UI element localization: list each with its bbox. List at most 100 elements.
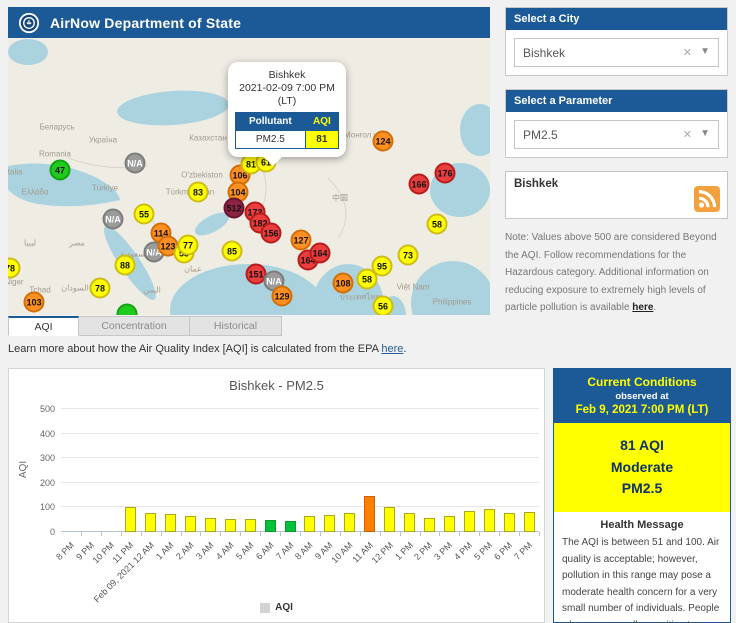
aqi-map-marker[interactable]: 124 — [373, 131, 394, 152]
x-axis-tick-label: 3 AM — [194, 540, 216, 562]
parameter-select-value: PM2.5 — [523, 128, 558, 142]
city-clear-icon[interactable]: ✕ — [683, 46, 692, 59]
map-place-label: Казахстан — [189, 134, 227, 143]
x-axis-tick — [380, 532, 381, 536]
x-axis-tick-label: 1 PM — [393, 540, 415, 562]
aqi-map-marker[interactable]: N/A — [125, 153, 146, 174]
aqi-bar — [484, 509, 495, 532]
aqi-map-marker[interactable]: N/A — [103, 209, 124, 230]
x-axis-tick-label: 7 AM — [274, 540, 296, 562]
aqi-map[interactable]: БеларусьУкраїнаКазахстанRomaniaItaliaΕλλ… — [8, 38, 490, 315]
aqi-map-marker[interactable]: 55 — [134, 204, 155, 225]
aqi-bar — [504, 513, 515, 532]
aqi-map-marker[interactable]: 129 — [272, 286, 293, 307]
learn-more-here-link[interactable]: here — [381, 343, 403, 355]
aqi-map-marker[interactable]: 77 — [178, 235, 199, 256]
x-axis-tick — [519, 532, 520, 536]
aqi-map-marker[interactable]: 103 — [24, 292, 45, 313]
city-select-label: Select a City — [506, 8, 727, 30]
parameter-select-combo[interactable]: PM2.5 ✕ ▼ — [514, 120, 719, 149]
x-axis-tick-label: 4 AM — [214, 540, 236, 562]
city-select-combo[interactable]: Bishkek ✕ ▼ — [514, 38, 719, 67]
x-axis-tick-label: 5 AM — [234, 540, 256, 562]
chart-y-axis-label: AQI — [18, 461, 29, 478]
current-aqi-pollutant: PM2.5 — [558, 478, 726, 500]
tab-aqi[interactable]: AQI — [8, 316, 79, 336]
popup-col-pollutant: Pollutant — [236, 113, 306, 131]
aqi-map-marker[interactable]: 73 — [398, 245, 419, 266]
aqi-chart-panel: Bishkek - PM2.5 AQI 01002003004005008 PM… — [8, 368, 545, 623]
health-message-text: The AQI is between 51 and 100. Air quali… — [562, 535, 722, 623]
map-place-label: عمان — [184, 265, 202, 274]
x-axis-tick-label: 8 AM — [293, 540, 315, 562]
aqi-map-marker[interactable]: 58 — [427, 214, 448, 235]
x-axis-tick-label: 12 PM — [369, 540, 394, 565]
aqi-map-marker[interactable]: 88 — [115, 255, 136, 276]
popup-city: Bishkek — [235, 69, 339, 82]
aqi-bar — [165, 514, 176, 532]
y-axis-tick-label: 200 — [40, 478, 55, 488]
note-here-link[interactable]: here — [632, 302, 653, 313]
map-place-label: ليبيا — [24, 239, 36, 248]
aqi-bar — [524, 512, 535, 532]
popup-datetime: 2021-02-09 7:00 PM — [235, 82, 339, 95]
popup-table: Pollutant AQI PM2.5 81 — [235, 112, 339, 149]
aqi-map-marker[interactable]: 512 — [224, 198, 245, 219]
x-axis-tick-label: 11 AM — [350, 540, 375, 565]
app-header: AirNow Department of State — [8, 7, 490, 38]
map-place-label: مصر — [69, 239, 85, 248]
aqi-map-marker[interactable]: 83 — [188, 182, 209, 203]
tab-concentration[interactable]: Concentration — [79, 316, 190, 336]
current-aqi-value: 81 AQI — [558, 435, 726, 457]
aqi-map-marker[interactable]: 164 — [310, 243, 331, 264]
gridline — [61, 482, 539, 483]
map-place-label: 中国 — [332, 193, 348, 204]
parameter-clear-icon[interactable]: ✕ — [683, 128, 692, 141]
tab-historical[interactable]: Historical — [190, 316, 282, 336]
gridline — [61, 457, 539, 458]
rss-icon[interactable] — [694, 186, 720, 212]
map-place-label: Romania — [39, 150, 71, 159]
y-axis-tick-label: 100 — [40, 502, 55, 512]
learn-more-text: Learn more about how the Air Quality Ind… — [8, 343, 406, 355]
aqi-bar — [404, 513, 415, 532]
x-axis-tick-label: 10 PM — [90, 540, 115, 565]
aqi-map-marker[interactable]: 56 — [373, 296, 394, 316]
x-axis-tick — [121, 532, 122, 536]
x-axis-tick — [81, 532, 82, 536]
aqi-map-marker[interactable]: 47 — [50, 160, 71, 181]
feed-box: Bishkek — [505, 171, 728, 219]
aqi-bar — [444, 516, 455, 532]
aqi-map-marker[interactable]: 176 — [435, 163, 456, 184]
x-axis-tick — [220, 532, 221, 536]
x-axis-tick — [280, 532, 281, 536]
aqi-bar — [464, 511, 475, 532]
current-conditions-title: Current Conditions — [558, 375, 726, 389]
note-text: Note: Values above 500 are considered Be… — [505, 232, 717, 313]
y-axis-tick-label: 500 — [40, 404, 55, 414]
aqi-map-marker[interactable]: 156 — [261, 223, 282, 244]
x-axis-tick — [539, 532, 540, 536]
aqi-map-marker[interactable]: 108 — [333, 273, 354, 294]
aqi-map-marker[interactable]: 85 — [222, 241, 243, 262]
aqi-map-marker[interactable]: 95 — [372, 256, 393, 277]
x-axis-tick-label: 5 PM — [472, 540, 494, 562]
aqi-map-marker[interactable]: 166 — [409, 174, 430, 195]
x-axis-tick-label: 3 PM — [433, 540, 455, 562]
gridline — [61, 408, 539, 409]
aqi-map-marker[interactable]: 78 — [90, 278, 111, 299]
city-caret-down-icon[interactable]: ▼ — [700, 46, 710, 57]
map-place-label: Việt Nam — [397, 283, 430, 292]
chart-legend[interactable]: AQI — [9, 602, 544, 613]
x-axis-tick — [240, 532, 241, 536]
observed-datetime: Feb 9, 2021 7:00 PM (LT) — [558, 404, 726, 416]
aqi-bar — [424, 518, 435, 532]
current-aqi-badge: 81 AQI Moderate PM2.5 — [554, 423, 730, 512]
state-department-seal-icon — [18, 12, 40, 34]
map-place-label: السودان — [61, 284, 89, 293]
x-axis-tick-label: 10 AM — [330, 540, 355, 565]
x-axis-tick — [181, 532, 182, 536]
parameter-caret-down-icon[interactable]: ▼ — [700, 128, 710, 139]
map-place-label: Italia — [8, 168, 22, 177]
aqi-map-marker[interactable]: 127 — [291, 230, 312, 251]
